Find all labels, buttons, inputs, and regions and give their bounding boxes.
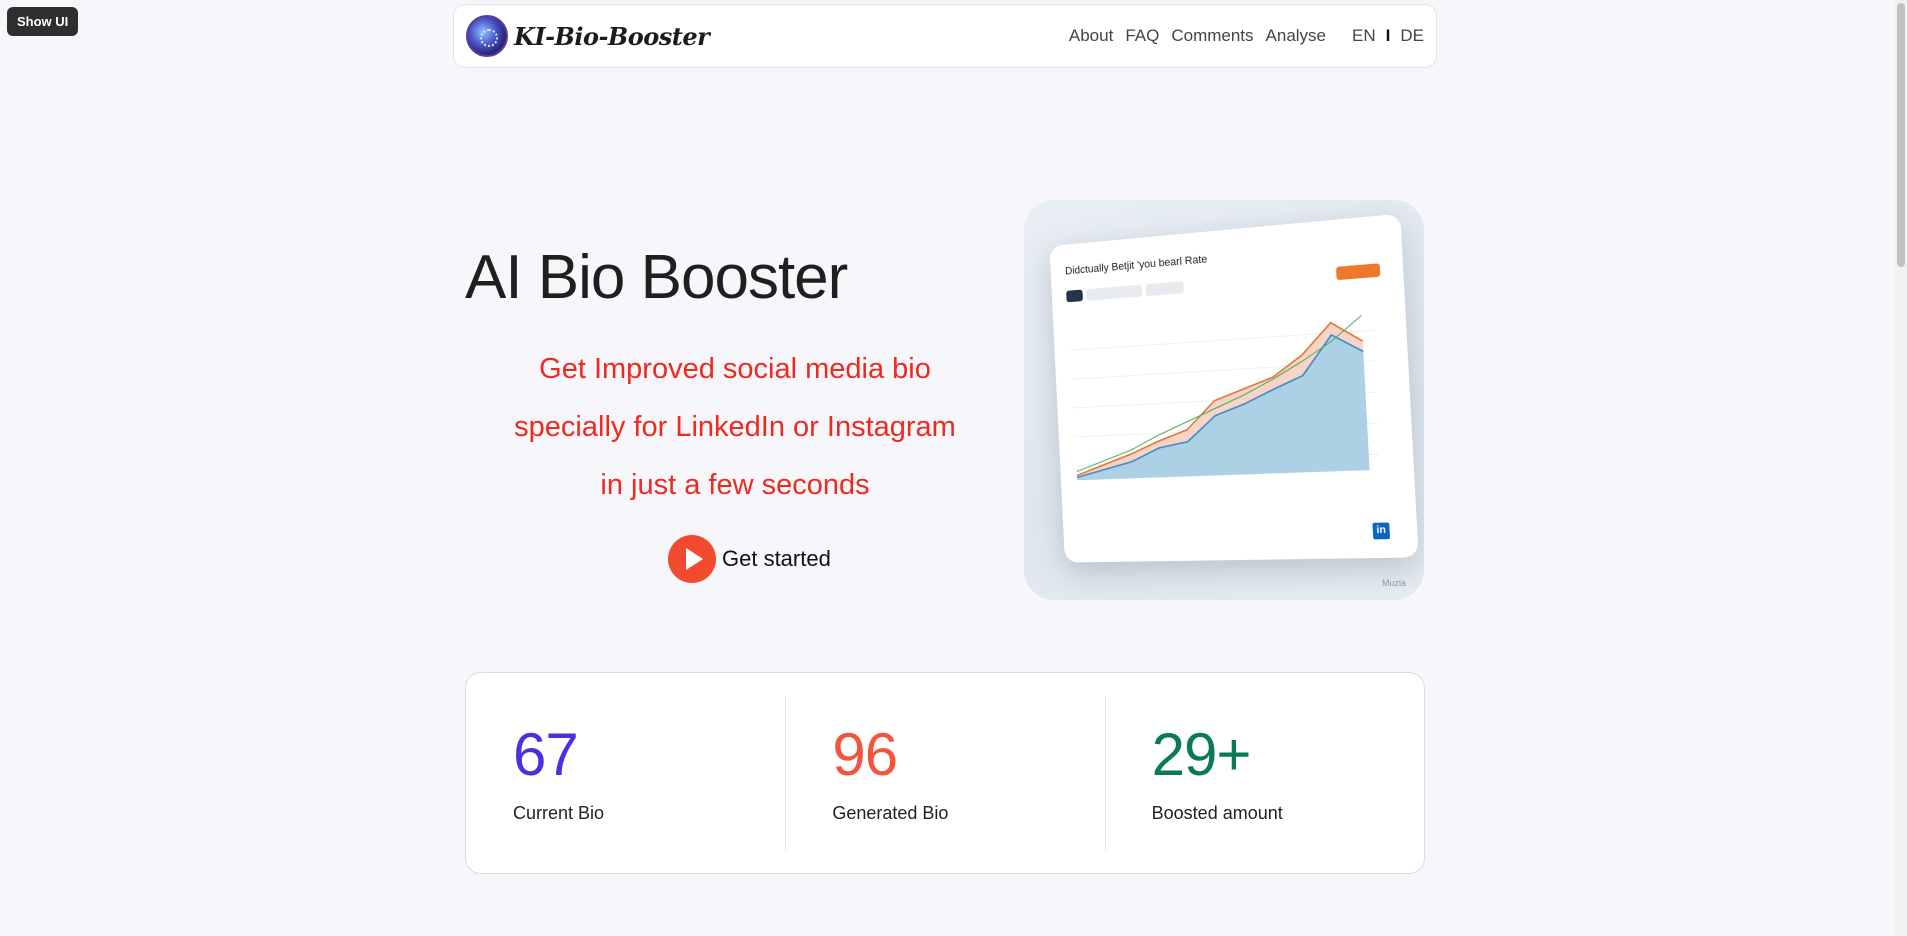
- nav-link-analyse[interactable]: Analyse: [1266, 26, 1326, 46]
- play-icon[interactable]: [668, 535, 716, 583]
- hero-subtitle: Get Improved social media bio specially …: [465, 340, 1005, 514]
- page-scrollbar[interactable]: [1895, 0, 1907, 936]
- stat-label: Current Bio: [513, 803, 605, 823]
- stat-value: 96: [832, 721, 898, 788]
- nav-link-comments[interactable]: Comments: [1171, 26, 1253, 46]
- nav-links: About FAQ Comments Analyse EN I DE: [1057, 26, 1424, 46]
- hero-subtitle-line-1: Get Improved social media bio: [539, 353, 931, 385]
- stat-value: 67: [513, 721, 579, 788]
- mockup-area-chart: [1070, 310, 1380, 486]
- stat-value: 29+: [1151, 721, 1252, 788]
- brand-logo[interactable]: [466, 15, 508, 57]
- get-started-label[interactable]: Get started: [722, 546, 831, 572]
- show-ui-button[interactable]: Show UI: [7, 7, 79, 36]
- mockup-tab: [1086, 284, 1143, 301]
- language-switcher: EN I DE: [1352, 26, 1424, 46]
- hero-title: AI Bio Booster: [465, 243, 848, 312]
- stat-current-bio: 67 Current Bio: [466, 673, 785, 873]
- brand-name[interactable]: KI-Bio-Booster: [514, 22, 710, 51]
- stat-label: Generated Bio: [832, 803, 949, 823]
- stats-panel: 67 Current Bio 96 Generated Bio 29+ Boos…: [465, 672, 1425, 874]
- lang-separator: I: [1385, 26, 1391, 45]
- get-started-button[interactable]: Get started: [668, 535, 831, 583]
- hero-subtitle-line-2: specially for LinkedIn or Instagram: [514, 411, 956, 443]
- scrollbar-thumb[interactable]: [1897, 3, 1905, 267]
- stat-label: Boosted amount: [1151, 803, 1283, 823]
- hero-illustration: Didctually Betjit 'you bearl Rate in Muz…: [1024, 200, 1424, 600]
- top-navbar: KI-Bio-Booster About FAQ Comments Analys…: [453, 4, 1437, 68]
- mockup-tab: [1145, 281, 1184, 297]
- mockup-heading: Didctually Betjit 'you bearl Rate: [1064, 253, 1208, 278]
- nav-link-about[interactable]: About: [1069, 26, 1113, 46]
- image-watermark: Muzia: [1381, 578, 1406, 588]
- lang-en[interactable]: EN: [1352, 26, 1376, 46]
- stat-boosted-amount: 29+ Boosted amount: [1104, 673, 1424, 873]
- dashboard-mockup: Didctually Betjit 'you bearl Rate in: [1049, 213, 1419, 563]
- lang-de[interactable]: DE: [1400, 26, 1424, 46]
- mockup-action-button: [1336, 263, 1381, 281]
- stat-generated-bio: 96 Generated Bio: [785, 673, 1104, 873]
- nav-link-faq[interactable]: FAQ: [1125, 26, 1159, 46]
- linkedin-icon: in: [1372, 522, 1391, 540]
- hero-subtitle-line-3: in just a few seconds: [600, 469, 870, 501]
- mockup-tab: [1066, 289, 1084, 303]
